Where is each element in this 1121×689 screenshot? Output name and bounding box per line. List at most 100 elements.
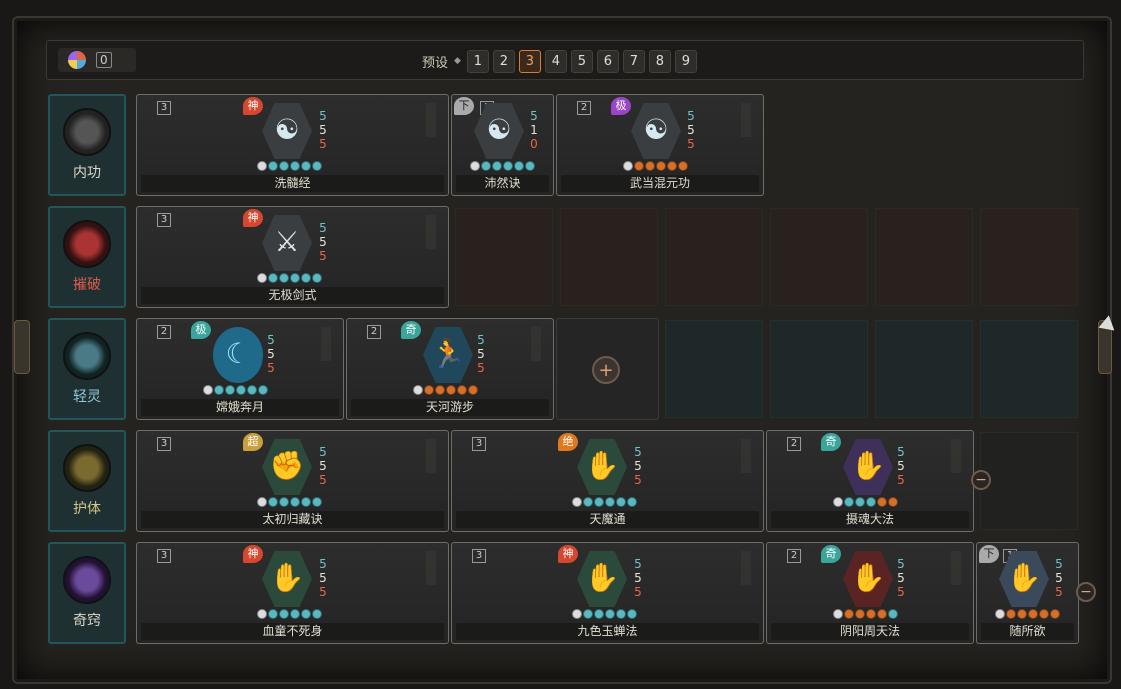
cost-dots bbox=[203, 385, 268, 395]
row-label-neigong[interactable]: 内功 bbox=[48, 94, 126, 196]
card-side-decoration bbox=[426, 215, 436, 249]
empty-slot[interactable] bbox=[980, 320, 1078, 418]
empty-slot[interactable] bbox=[770, 208, 868, 306]
preset-button-5[interactable]: 5 bbox=[570, 49, 593, 73]
skill-card-wuji[interactable]: 3 神 ⚔ 555 无极剑式 bbox=[136, 206, 449, 308]
skill-card-yinyang[interactable]: 2 奇 ✋ 555 阴阳周天法 bbox=[766, 542, 974, 644]
preset-button-1[interactable]: 1 bbox=[466, 49, 489, 73]
tier-badge: 2 bbox=[367, 325, 381, 339]
stat-column: 510 bbox=[530, 109, 538, 151]
running-figure-icon: 🏃 bbox=[423, 327, 473, 383]
tier-badge: 2 bbox=[787, 437, 801, 451]
card-side-decoration bbox=[426, 103, 436, 137]
skill-card-taichu[interactable]: 3 超 ✊ 555 太初归藏诀 bbox=[136, 430, 449, 532]
cost-dots bbox=[257, 161, 322, 171]
cost-dots bbox=[995, 609, 1060, 619]
row-label-cuipo[interactable]: 摧破 bbox=[48, 206, 126, 308]
card-side-decoration bbox=[426, 439, 436, 473]
empty-slot[interactable] bbox=[875, 320, 973, 418]
empty-slot[interactable] bbox=[665, 320, 763, 418]
moon-leap-icon: ☾ bbox=[213, 327, 263, 383]
remove-slot-button[interactable]: − bbox=[971, 470, 991, 490]
tier-badge: 3 bbox=[157, 213, 171, 227]
preset-bar: 预设 ◆ 1 2 3 4 5 6 7 8 9 bbox=[422, 49, 697, 73]
skill-card-suisuo[interactable]: 1 下 ✋ 555 随所欲 bbox=[976, 542, 1079, 644]
card-name: 天河游步 bbox=[351, 399, 549, 416]
green-hand-icon: ✋ bbox=[262, 551, 312, 607]
cost-dots bbox=[572, 497, 637, 507]
skill-card-jiuse[interactable]: 3 神 ✋ 555 九色玉蝉法 bbox=[451, 542, 764, 644]
skill-card-wudang[interactable]: 2 极 ☯ 555 武当混元功 bbox=[556, 94, 764, 196]
empty-slot[interactable] bbox=[980, 432, 1078, 530]
card-name: 嫦娥奔月 bbox=[141, 399, 339, 416]
tier-badge: 2 bbox=[157, 325, 171, 339]
tier-badge: 2 bbox=[787, 549, 801, 563]
orb-icon bbox=[68, 51, 86, 69]
empty-slot[interactable] bbox=[875, 208, 973, 306]
stat-column: 555 bbox=[897, 557, 905, 599]
preset-button-9[interactable]: 9 bbox=[674, 49, 697, 73]
green-fist-icon: ✊ bbox=[262, 439, 312, 495]
rank-badge: 超 bbox=[243, 433, 263, 451]
add-slot-card[interactable]: + bbox=[556, 318, 659, 420]
rank-badge: 神 bbox=[243, 97, 263, 115]
card-side-decoration bbox=[531, 327, 541, 361]
rank-badge: 绝 bbox=[558, 433, 578, 451]
skill-card-shehun[interactable]: 2 奇 ✋ 555 摄魂大法 bbox=[766, 430, 974, 532]
skill-card-xuetong[interactable]: 3 神 ✋ 555 血童不死身 bbox=[136, 542, 449, 644]
preset-button-2[interactable]: 2 bbox=[492, 49, 515, 73]
stat-column: 555 bbox=[1055, 557, 1063, 599]
empty-slot[interactable] bbox=[560, 208, 658, 306]
stat-column: 555 bbox=[319, 557, 327, 599]
left-scroll-handle[interactable] bbox=[14, 320, 30, 374]
cost-dots bbox=[833, 497, 898, 507]
tier-badge: 3 bbox=[157, 437, 171, 451]
row-label-qingling[interactable]: 轻灵 bbox=[48, 318, 126, 420]
row-label-qiqiao[interactable]: 奇窍 bbox=[48, 542, 126, 644]
resource-count: 0 bbox=[96, 52, 112, 68]
card-side-decoration bbox=[741, 439, 751, 473]
preset-button-6[interactable]: 6 bbox=[596, 49, 619, 73]
meditation-icon: ☯ bbox=[631, 103, 681, 159]
card-side-decoration bbox=[741, 103, 751, 137]
skill-card-change[interactable]: 2 极 ☾ 555 嫦娥奔月 bbox=[136, 318, 344, 420]
stat-column: 555 bbox=[267, 333, 275, 375]
stat-column: 555 bbox=[477, 333, 485, 375]
cuipo-icon bbox=[63, 220, 111, 268]
card-side-decoration bbox=[321, 327, 331, 361]
green-hand-icon: ✋ bbox=[577, 551, 627, 607]
skill-card-tianhe[interactable]: 2 奇 🏃 555 天河游步 bbox=[346, 318, 554, 420]
stat-column: 555 bbox=[319, 221, 327, 263]
preset-button-8[interactable]: 8 bbox=[648, 49, 671, 73]
rank-badge: 奇 bbox=[401, 321, 421, 339]
tier-badge: 3 bbox=[472, 549, 486, 563]
cost-dots bbox=[572, 609, 637, 619]
purple-hand-icon: ✋ bbox=[843, 439, 893, 495]
row-label-huti[interactable]: 护体 bbox=[48, 430, 126, 532]
preset-button-4[interactable]: 4 bbox=[544, 49, 567, 73]
card-name: 沛然诀 bbox=[456, 175, 549, 192]
red-hand-icon: ✋ bbox=[843, 551, 893, 607]
skill-card-xisui[interactable]: 3 神 ☯ 555 洗髓经 bbox=[136, 94, 449, 196]
preset-button-3[interactable]: 3 bbox=[518, 49, 541, 73]
remove-slot-button[interactable]: − bbox=[1076, 582, 1096, 602]
empty-slot[interactable] bbox=[980, 208, 1078, 306]
row-label-text: 摧破 bbox=[73, 277, 101, 293]
add-icon[interactable]: + bbox=[592, 356, 620, 384]
skill-card-tianmo[interactable]: 3 绝 ✋ 555 天魔通 bbox=[451, 430, 764, 532]
resource-counter: 0 bbox=[58, 48, 136, 72]
preset-button-7[interactable]: 7 bbox=[622, 49, 645, 73]
skill-card-peiran[interactable]: 1 下 ☯ 510 沛然诀 bbox=[451, 94, 554, 196]
empty-slot[interactable] bbox=[665, 208, 763, 306]
empty-slot[interactable] bbox=[770, 320, 868, 418]
card-side-decoration bbox=[741, 551, 751, 585]
card-side-decoration bbox=[426, 551, 436, 585]
stat-column: 555 bbox=[634, 445, 642, 487]
rank-badge: 奇 bbox=[821, 433, 841, 451]
stat-column: 555 bbox=[319, 445, 327, 487]
rank-badge: 奇 bbox=[821, 545, 841, 563]
rank-badge: 下 bbox=[454, 97, 474, 115]
empty-slot[interactable] bbox=[455, 208, 553, 306]
rank-badge: 神 bbox=[243, 209, 263, 227]
qingling-icon bbox=[63, 332, 111, 380]
